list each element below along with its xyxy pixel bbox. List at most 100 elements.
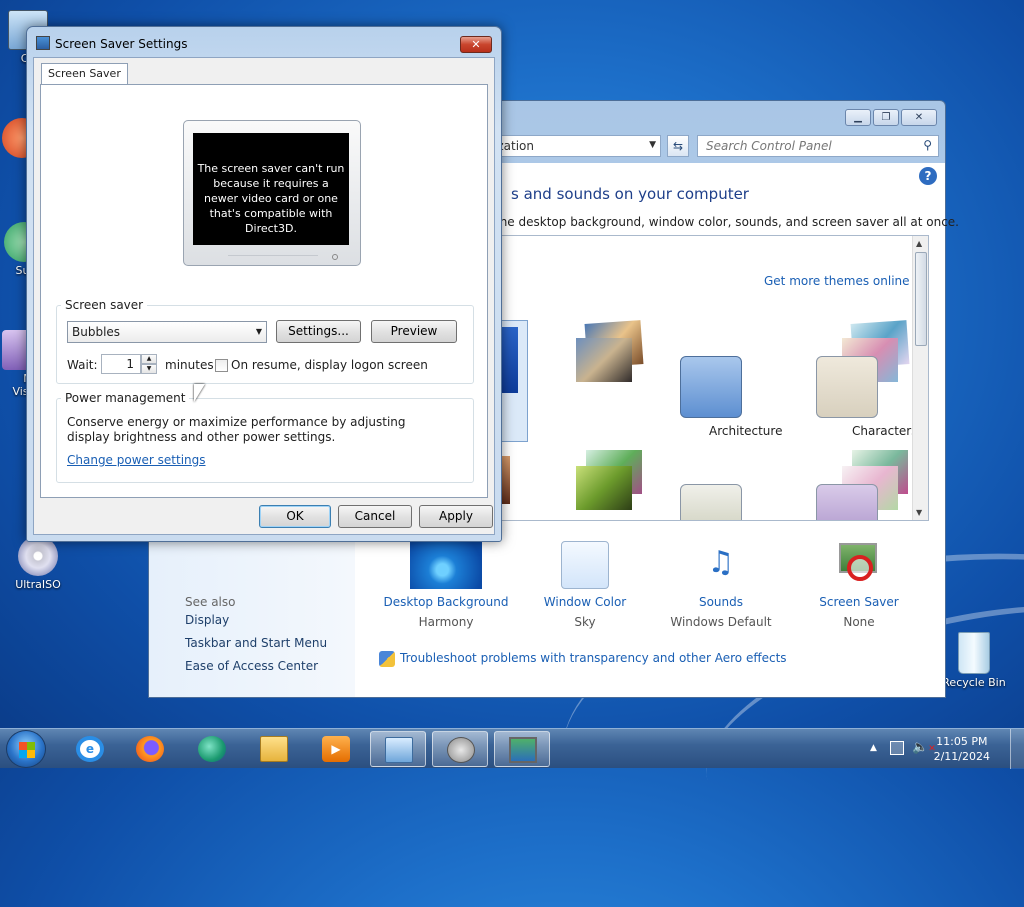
theme-thumb-architecture[interactable]: [680, 356, 742, 418]
close-button[interactable]: ✕: [460, 36, 492, 53]
wait-minutes-input[interactable]: 1: [101, 354, 141, 374]
screen-saver-icon: [835, 541, 883, 589]
show-hidden-icons[interactable]: ▲: [870, 743, 877, 753]
sounds-item[interactable]: ♫ Sounds Windows Default: [661, 541, 781, 629]
tab-screen-saver[interactable]: Screen Saver: [41, 63, 128, 85]
apply-button[interactable]: Apply: [419, 505, 493, 528]
system-clock[interactable]: 11:05 PM 2/11/2024: [934, 734, 990, 764]
troubleshoot-link[interactable]: Troubleshoot problems with transparency …: [400, 651, 787, 665]
themes-list[interactable]: Get more themes online Architecture Char…: [495, 235, 929, 521]
recycle-bin-icon: [958, 632, 990, 674]
window-color-item[interactable]: Window Color Sky: [530, 541, 640, 629]
screen-saver-tab-page: The screen saver can't run because it re…: [40, 84, 488, 498]
theme-thumb[interactable]: [816, 484, 878, 520]
wait-label: Wait:: [67, 358, 98, 372]
taskbar-explorer[interactable]: [246, 731, 302, 767]
taskbar-screen-saver[interactable]: [494, 731, 550, 767]
screen-saver-link[interactable]: Screen Saver: [809, 595, 909, 609]
power-led-icon: [332, 254, 338, 260]
on-resume-checkbox[interactable]: [215, 359, 228, 372]
spin-up-icon[interactable]: ▲: [141, 354, 157, 364]
monitor-icon: [509, 737, 537, 763]
chevron-down-icon[interactable]: ▼: [649, 140, 656, 150]
preview-button[interactable]: Preview: [371, 320, 457, 343]
mouse-pointer: [194, 384, 205, 402]
settings-button[interactable]: Settings...: [276, 320, 361, 343]
themes-scrollbar[interactable]: ▲ ▼: [912, 236, 928, 520]
window-caption-buttons: ▁ ❐ ✕: [843, 109, 937, 126]
theme-preview[interactable]: [562, 450, 642, 510]
start-button[interactable]: [6, 730, 46, 768]
scrollbar-thumb[interactable]: [915, 252, 927, 346]
minimize-button[interactable]: ▁: [845, 109, 871, 126]
taskbar-ie[interactable]: e: [62, 731, 118, 767]
control-panel-icon: [385, 737, 413, 763]
screen-saver-item[interactable]: Screen Saver None: [809, 541, 909, 629]
sounds-value: Windows Default: [670, 615, 772, 629]
search-icon[interactable]: ⚲: [923, 138, 932, 152]
see-also-display-link[interactable]: Display: [185, 613, 229, 627]
edge-icon: [198, 736, 226, 762]
desktop-background-value: Harmony: [418, 615, 474, 629]
screen-saver-value: None: [843, 615, 875, 629]
window-color-icon: [561, 541, 609, 589]
theme-thumb-characters[interactable]: [816, 356, 878, 418]
desktop-background-item[interactable]: Desktop Background Harmony: [381, 541, 511, 629]
on-resume-label[interactable]: On resume, display logon screen: [231, 358, 428, 372]
see-also-taskbar-link[interactable]: Taskbar and Start Menu: [185, 636, 327, 650]
taskbar-firefox[interactable]: [122, 731, 178, 767]
window-color-link[interactable]: Window Color: [530, 595, 640, 609]
sounds-icon: ♫: [707, 545, 735, 580]
screen-saver-select[interactable]: Bubbles ▼: [67, 321, 267, 343]
scroll-down-icon[interactable]: ▼: [916, 508, 922, 517]
volume-muted-icon[interactable]: 🔈✕: [912, 740, 936, 755]
see-also-ease-of-access-link[interactable]: Ease of Access Center: [185, 659, 318, 673]
speaker-icon: [447, 737, 475, 763]
taskbar-sound[interactable]: [432, 731, 488, 767]
minutes-label: minutes: [165, 358, 214, 372]
desktop-icon-ultraiso[interactable]: UltraISO: [2, 536, 74, 591]
taskbar-control-panel[interactable]: [370, 731, 426, 767]
spin-down-icon[interactable]: ▼: [141, 364, 157, 374]
change-power-settings-link[interactable]: Change power settings: [67, 453, 206, 467]
theme-thumb[interactable]: [680, 484, 742, 520]
desktop-background-icon: [410, 541, 482, 589]
taskbar-edge[interactable]: [184, 731, 240, 767]
screen-saver-group-label: Screen saver: [65, 298, 144, 312]
ok-button[interactable]: OK: [259, 505, 331, 528]
chevron-down-icon[interactable]: ▼: [256, 327, 262, 336]
dialog-client: Screen Saver The screen saver can't run …: [33, 57, 495, 535]
cancel-button[interactable]: Cancel: [338, 505, 412, 528]
desktop-background-link[interactable]: Desktop Background: [381, 595, 511, 609]
windows-logo-icon: [19, 742, 35, 758]
preview-message: The screen saver can't run because it re…: [193, 133, 349, 245]
selected-screen-saver: Bubbles: [72, 325, 121, 339]
sounds-link[interactable]: Sounds: [661, 595, 781, 609]
folder-icon: [260, 736, 288, 762]
desktop-icon-label: Recycle Bin: [942, 676, 1006, 689]
close-button[interactable]: ✕: [901, 109, 937, 126]
help-icon[interactable]: ?: [919, 167, 937, 185]
scroll-up-icon[interactable]: ▲: [916, 239, 922, 248]
get-more-themes-link[interactable]: Get more themes online: [764, 274, 910, 288]
theme-label: Architecture: [709, 424, 783, 438]
maximize-button[interactable]: ❐: [873, 109, 899, 126]
see-also-heading: See also: [185, 595, 236, 609]
action-center-icon[interactable]: [890, 741, 904, 755]
desktop-icon-recycle-bin[interactable]: Recycle Bin: [938, 632, 1010, 689]
refresh-icon[interactable]: ⇆: [667, 135, 689, 157]
search-input[interactable]: Search Control Panel ⚲: [697, 135, 939, 157]
clock-date: 2/11/2024: [933, 750, 990, 763]
window-color-value: Sky: [574, 615, 596, 629]
theme-label: Characters: [852, 424, 918, 438]
page-title: s and sounds on your computer: [511, 185, 749, 203]
preview-monitor: The screen saver can't run because it re…: [183, 120, 361, 266]
power-description: Conserve energy or maximize performance …: [67, 415, 406, 444]
show-desktop-button[interactable]: [1010, 729, 1024, 769]
wait-spinner[interactable]: ▲ ▼: [141, 354, 157, 374]
taskbar: e ▶ ▲ 🔈✕ 11:05 PM 2/11/2024: [0, 728, 1024, 769]
dialog-title: Screen Saver Settings: [55, 37, 188, 51]
theme-preview-architecture[interactable]: [562, 320, 644, 382]
address-bar[interactable]: ization ▼: [489, 135, 661, 157]
taskbar-media-player[interactable]: ▶: [308, 731, 364, 767]
